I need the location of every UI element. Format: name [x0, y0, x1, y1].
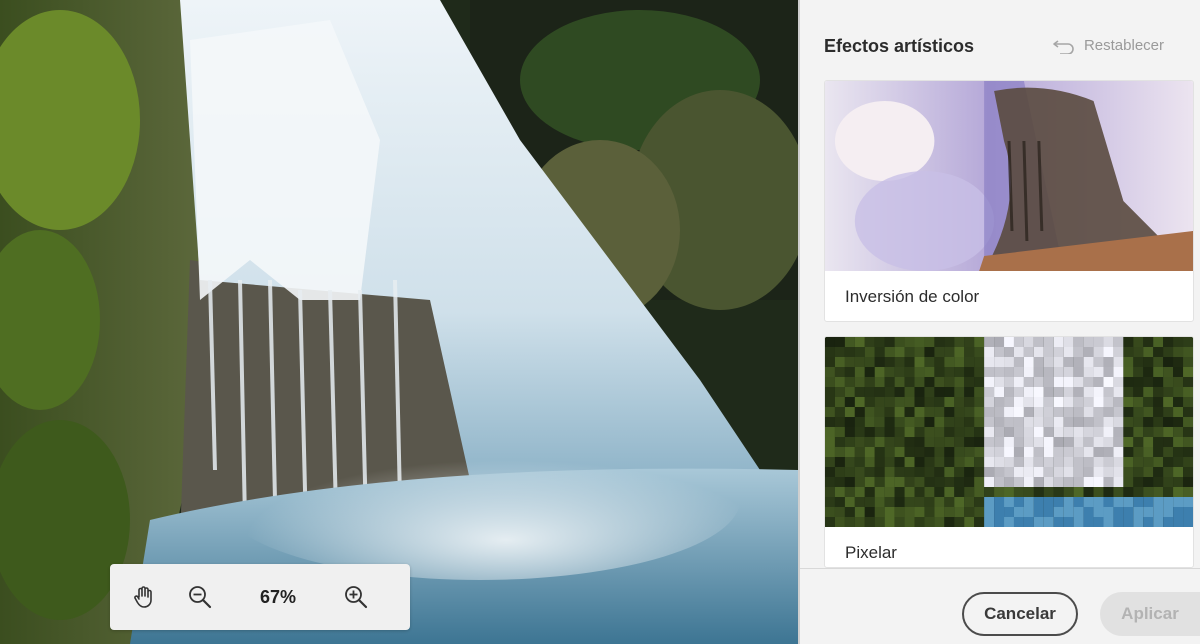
- zoom-in-icon[interactable]: [338, 579, 374, 615]
- effects-editor: 67% Efectos artísticos Restablecer Inver…: [0, 0, 1200, 644]
- color-inversion-thumbnail: [825, 81, 1193, 271]
- effects-panel: Efectos artísticos Restablecer Inversión…: [800, 0, 1200, 644]
- effect-label-pixelate: Pixelar: [845, 543, 897, 562]
- pixelate-thumbnail: [825, 337, 1193, 527]
- effect-card-pixelate[interactable]: Pixelar: [824, 336, 1194, 568]
- cancel-button[interactable]: Cancelar: [962, 592, 1078, 636]
- undo-icon: [1053, 39, 1074, 54]
- reset-label: Restablecer: [1083, 37, 1164, 54]
- panel-header: Efectos artísticos Restablecer: [824, 36, 1180, 60]
- hand-icon[interactable]: [126, 579, 162, 615]
- photo-canvas[interactable]: 67%: [0, 0, 798, 644]
- reset-button[interactable]: Restablecer: [1052, 37, 1164, 54]
- panel-title: Efectos artísticos: [824, 36, 975, 56]
- zoom-out-icon[interactable]: [182, 579, 218, 615]
- apply-button[interactable]: Aplicar: [1100, 592, 1200, 636]
- panel-footer: Cancelar Aplicar: [800, 568, 1200, 644]
- zoom-level: 67%: [259, 586, 297, 607]
- effect-card-color-inversion[interactable]: Inversión de color: [824, 80, 1194, 322]
- waterfall-photo: [0, 0, 798, 644]
- zoom-toolbar: 67%: [110, 564, 410, 630]
- effect-label-color-inversion: Inversión de color: [845, 287, 980, 306]
